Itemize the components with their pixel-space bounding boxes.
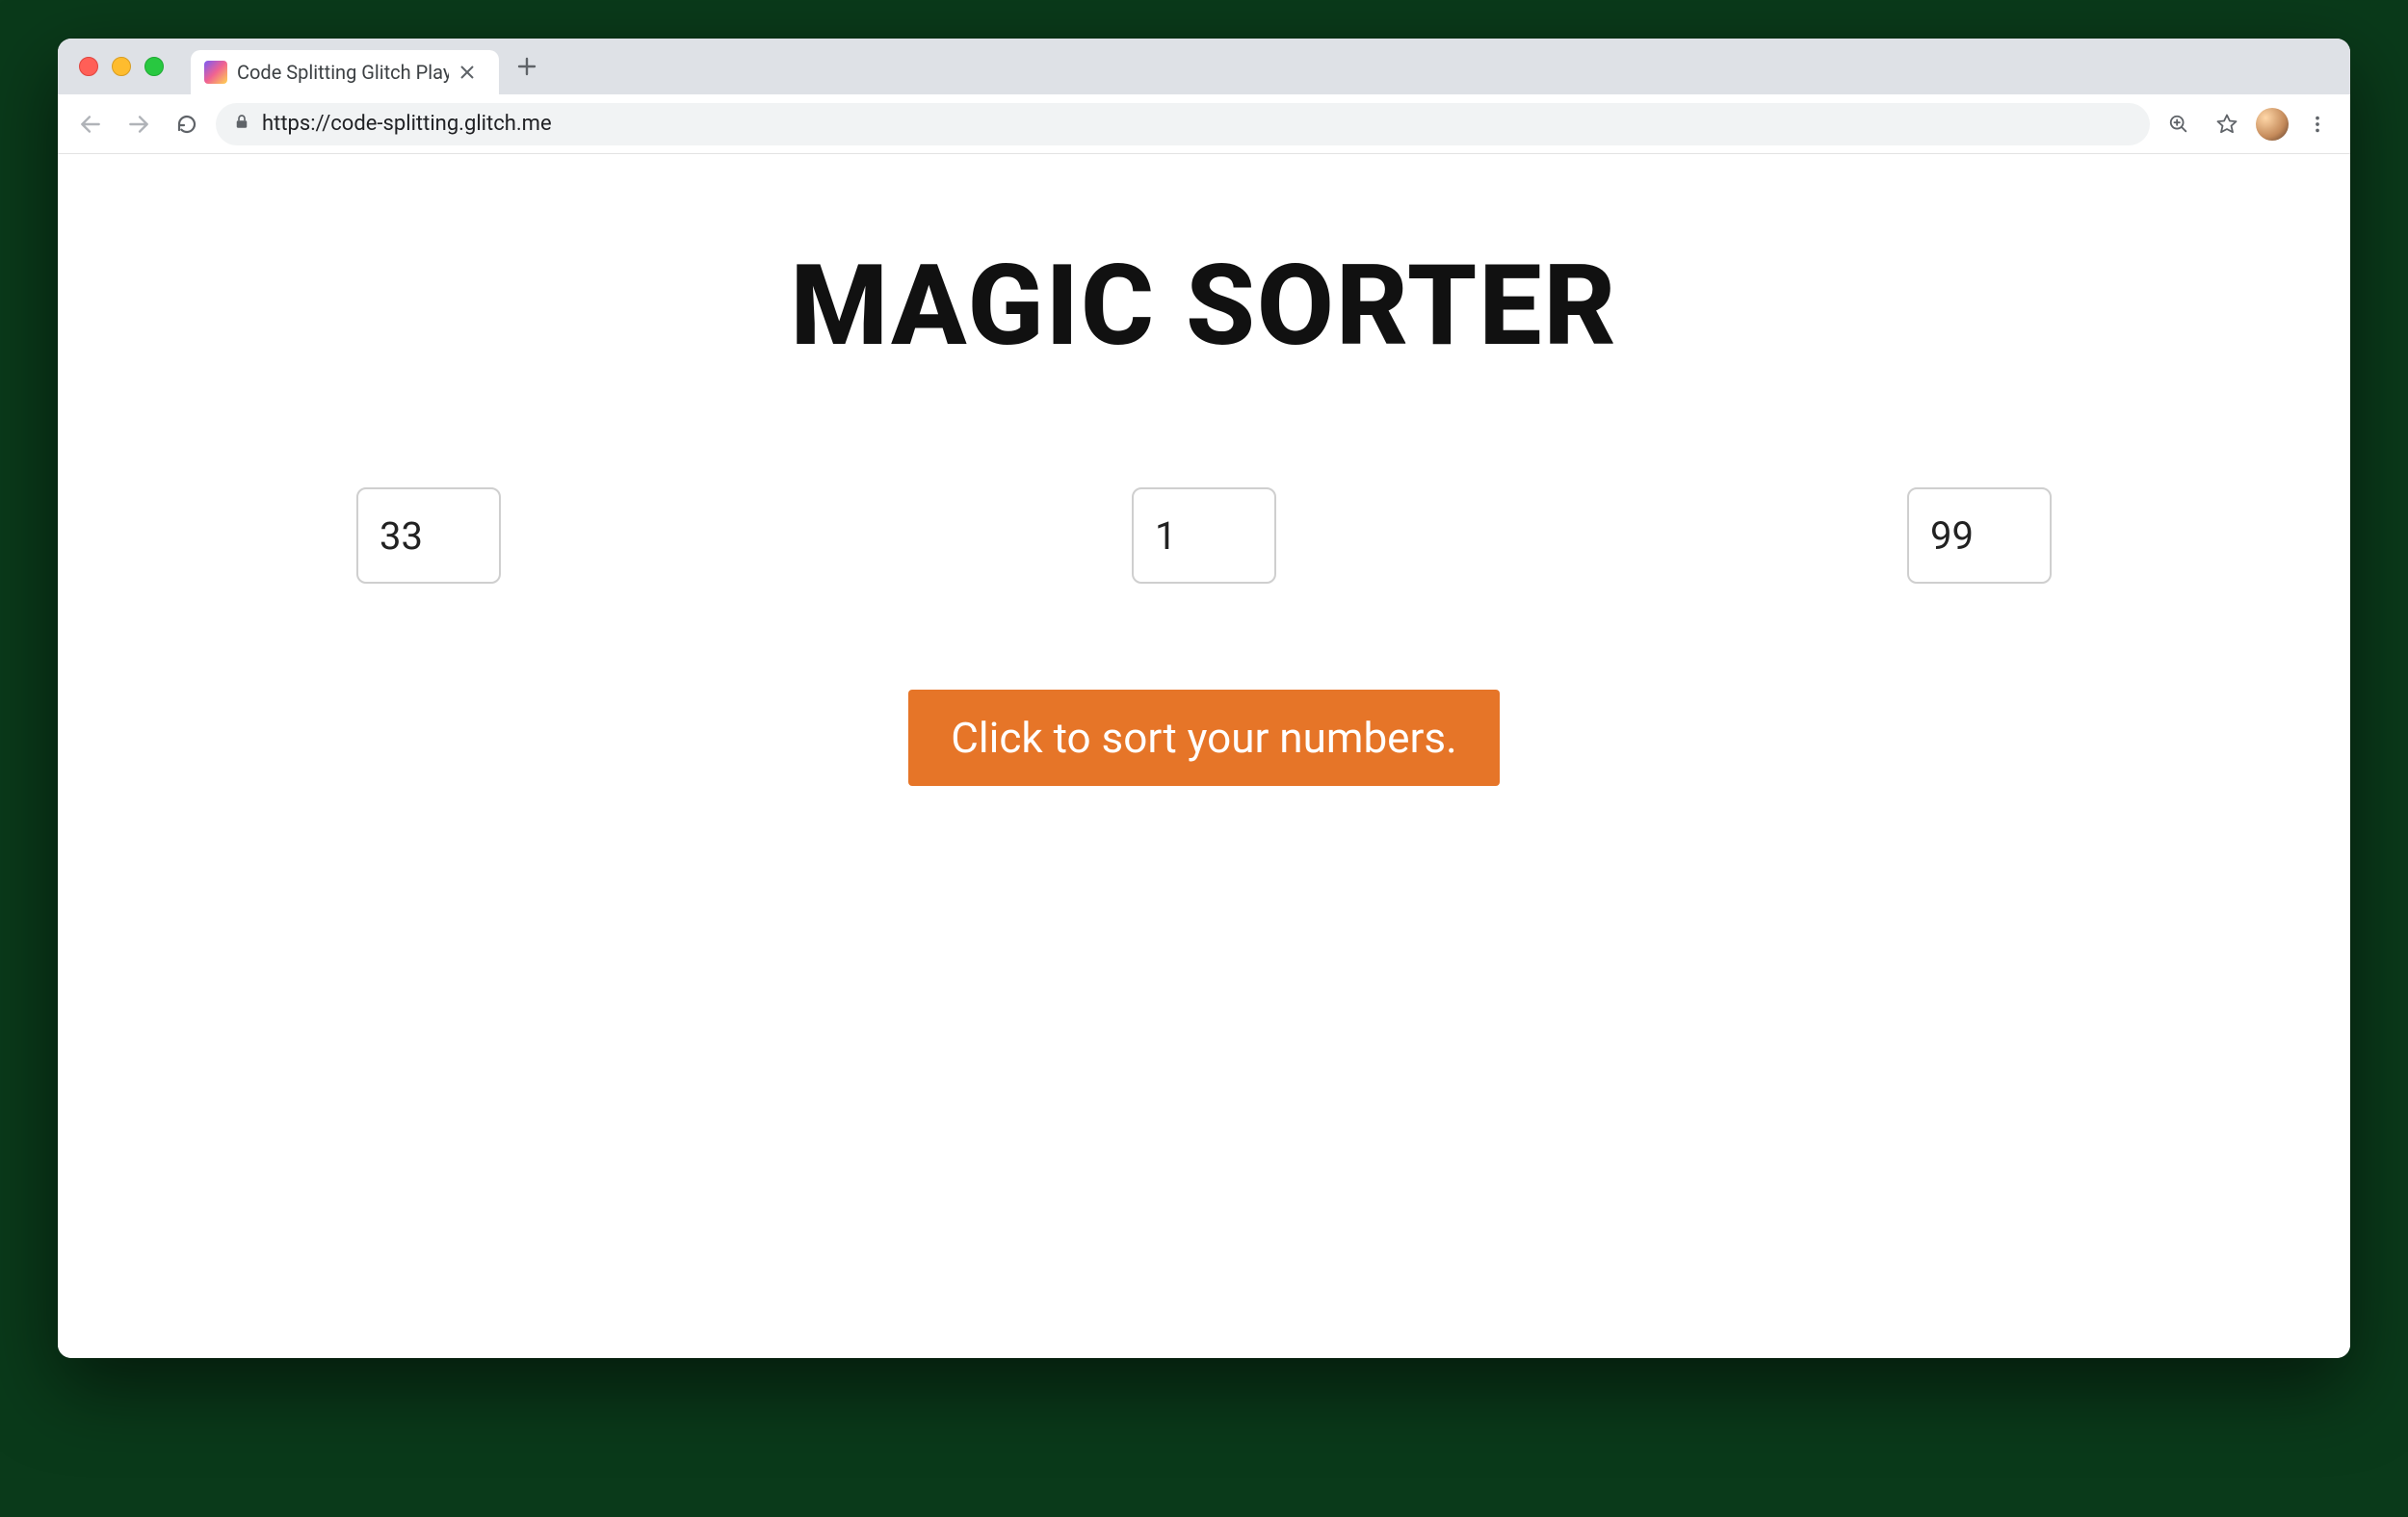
number-input-2[interactable] xyxy=(1132,487,1276,584)
profile-avatar[interactable] xyxy=(2256,108,2289,141)
page-title: MAGIC SORTER xyxy=(116,241,2292,372)
menu-button[interactable] xyxy=(2298,105,2337,144)
window-minimize-button[interactable] xyxy=(112,57,131,76)
browser-window: Code Splitting Glitch Playgroun https://… xyxy=(58,39,2350,1358)
sort-button[interactable]: Click to sort your numbers. xyxy=(908,690,1499,786)
window-close-button[interactable] xyxy=(79,57,98,76)
nav-forward-button[interactable] xyxy=(119,105,158,144)
number-inputs-row xyxy=(299,487,2109,584)
address-bar[interactable]: https://code-splitting.glitch.me xyxy=(216,103,2150,145)
tab-title: Code Splitting Glitch Playgroun xyxy=(237,61,449,84)
window-zoom-button[interactable] xyxy=(144,57,164,76)
tab-close-button[interactable] xyxy=(458,64,476,81)
browser-toolbar: https://code-splitting.glitch.me xyxy=(58,94,2350,154)
favicon-icon xyxy=(204,61,227,84)
number-input-3[interactable] xyxy=(1907,487,2052,584)
bookmark-button[interactable] xyxy=(2208,105,2246,144)
reload-button[interactable] xyxy=(168,105,206,144)
url-text: https://code-splitting.glitch.me xyxy=(262,112,552,136)
nav-back-button[interactable] xyxy=(71,105,110,144)
zoom-icon[interactable] xyxy=(2159,105,2198,144)
browser-tab[interactable]: Code Splitting Glitch Playgroun xyxy=(191,50,499,94)
tab-strip: Code Splitting Glitch Playgroun xyxy=(58,39,2350,94)
page-content: MAGIC SORTER Click to sort your numbers. xyxy=(58,154,2350,1358)
new-tab-button[interactable] xyxy=(509,48,545,85)
lock-icon xyxy=(233,112,250,136)
number-input-1[interactable] xyxy=(356,487,501,584)
window-controls xyxy=(79,57,164,76)
